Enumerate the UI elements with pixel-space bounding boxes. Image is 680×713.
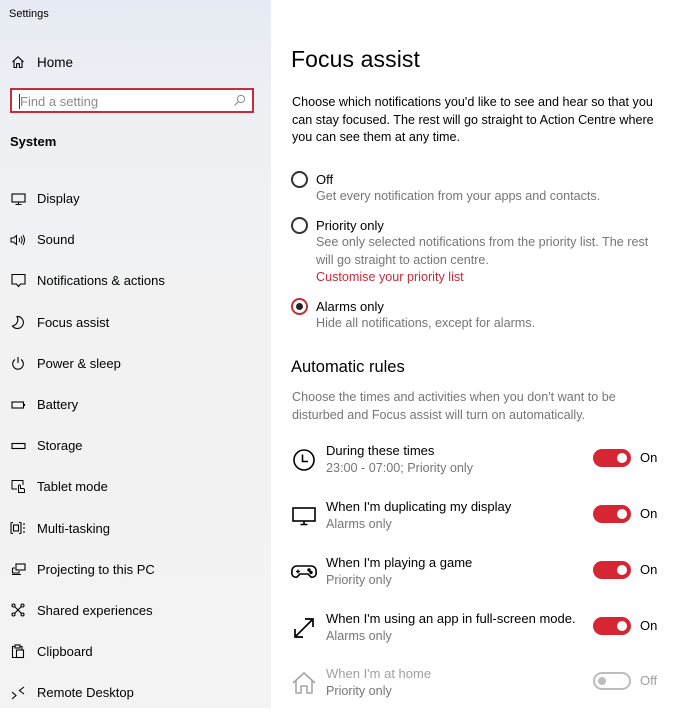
option-label: Priority only	[316, 218, 384, 233]
sidebar-item-label: Multi-tasking	[37, 520, 110, 536]
gamepad-icon	[291, 559, 317, 585]
page-title: Focus assist	[291, 46, 421, 72]
sidebar-item-clipboard[interactable]: Clipboard	[0, 631, 271, 672]
notification-icon	[10, 273, 26, 289]
sidebar-item-home[interactable]: Home	[10, 52, 73, 72]
sidebar-item-display[interactable]: Display	[0, 178, 271, 219]
option-alarms-only[interactable]: Alarms only Hide all notifications, exce…	[291, 298, 666, 333]
rule-duplicating-display[interactable]: When I'm duplicating my display Alarms o…	[291, 499, 671, 539]
toggle-state: On	[640, 618, 658, 633]
sidebar-item-label: Tablet mode	[37, 479, 108, 495]
sidebar: Settings Home System Display Sound Notif…	[0, 0, 271, 708]
sidebar-item-projecting[interactable]: Projecting to this PC	[0, 549, 271, 590]
rule-detail: Alarms only	[326, 517, 392, 531]
sidebar-item-remote-desktop[interactable]: Remote Desktop	[0, 672, 271, 713]
multitasking-icon	[10, 520, 26, 536]
rule-fullscreen-app[interactable]: When I'm using an app in full-screen mod…	[291, 611, 671, 651]
rule-name: When I'm at home	[326, 666, 432, 681]
power-icon	[10, 355, 26, 371]
rule-detail: Priority only	[326, 684, 392, 698]
home-label: Home	[37, 54, 74, 70]
sidebar-item-label: Projecting to this PC	[37, 561, 155, 577]
sidebar-item-label: Power & sleep	[37, 355, 121, 371]
toggle-state: On	[640, 506, 658, 521]
sidebar-item-multitasking[interactable]: Multi-tasking	[0, 508, 271, 549]
sidebar-item-sound[interactable]: Sound	[0, 219, 271, 260]
speaker-icon	[10, 232, 26, 248]
app-title: Settings	[9, 8, 49, 20]
option-description: Hide all notifications, except for alarm…	[316, 316, 536, 330]
clock-icon	[291, 447, 317, 473]
storage-icon	[10, 438, 26, 454]
projecting-icon	[10, 561, 26, 577]
sidebar-item-label: Storage	[37, 438, 83, 454]
rule-name: When I'm playing a game	[326, 555, 473, 570]
sidebar-item-focus-assist[interactable]: Focus assist	[0, 302, 271, 343]
home-icon	[291, 670, 317, 696]
option-off[interactable]: Off Get every notification from your app…	[291, 171, 666, 206]
rule-toggle[interactable]	[593, 449, 631, 467]
rule-name: When I'm duplicating my display	[326, 499, 512, 514]
sidebar-item-tablet-mode[interactable]: Tablet mode	[0, 466, 271, 507]
radio-alarms-only[interactable]	[291, 298, 308, 315]
rule-toggle[interactable]	[593, 617, 631, 635]
intro-text: Choose which notifications you'd like to…	[292, 95, 654, 144]
radio-priority-only[interactable]	[291, 217, 308, 234]
sidebar-item-label: Battery	[37, 397, 79, 413]
sidebar-item-battery[interactable]: Battery	[0, 384, 271, 425]
rule-toggle[interactable]	[593, 561, 631, 579]
sidebar-item-storage[interactable]: Storage	[0, 425, 271, 466]
automatic-rules-title: Automatic rules	[291, 358, 405, 376]
rule-name: During these times	[326, 443, 435, 458]
section-title: System	[10, 134, 57, 149]
sidebar-item-label: Clipboard	[37, 644, 93, 660]
toggle-state: On	[640, 450, 658, 465]
customise-priority-list-link[interactable]: Customise your priority list	[316, 269, 666, 286]
toggle-state: On	[640, 562, 658, 577]
sidebar-item-power-sleep[interactable]: Power & sleep	[0, 343, 271, 384]
fullscreen-arrows-icon	[291, 615, 317, 641]
sidebar-item-notifications[interactable]: Notifications & actions	[0, 260, 271, 301]
moon-icon	[10, 314, 26, 330]
option-label: Off	[316, 172, 334, 187]
rule-toggle[interactable]	[593, 672, 631, 690]
sidebar-item-label: Focus assist	[37, 314, 110, 330]
home-icon	[10, 54, 26, 70]
rule-playing-game[interactable]: When I'm playing a game Priority only On	[291, 555, 671, 595]
option-description: See only selected notifications from the…	[316, 235, 649, 267]
sidebar-item-label: Sound	[37, 232, 75, 248]
sidebar-item-label: Shared experiences	[37, 602, 153, 618]
rule-at-home[interactable]: When I'm at home Priority only Off	[291, 666, 671, 706]
sidebar-item-label: Display	[37, 191, 80, 207]
rule-during-these-times[interactable]: During these times 23:00 - 07:00; Priori…	[291, 443, 671, 483]
tablet-mode-icon	[10, 479, 26, 495]
option-priority-only[interactable]: Priority only See only selected notifica…	[291, 217, 666, 286]
sidebar-item-label: Remote Desktop	[37, 685, 134, 701]
automatic-rules-description: Choose the times and activities when you…	[292, 390, 616, 422]
monitor-icon	[291, 503, 317, 529]
option-description: Get every notification from your apps an…	[316, 189, 601, 203]
radio-off[interactable]	[291, 171, 308, 188]
option-label: Alarms only	[316, 299, 384, 314]
shared-experiences-icon	[10, 602, 26, 618]
toggle-state: Off	[640, 673, 658, 688]
rule-detail: Alarms only	[326, 629, 392, 643]
sidebar-item-label: Notifications & actions	[37, 273, 165, 289]
search-icon[interactable]	[233, 94, 246, 107]
remote-desktop-icon	[10, 685, 26, 701]
rule-detail: 23:00 - 07:00; Priority only	[326, 461, 474, 475]
sidebar-item-shared-experiences[interactable]: Shared experiences	[0, 590, 271, 631]
display-icon	[10, 191, 26, 207]
rule-detail: Priority only	[326, 573, 392, 587]
rule-toggle[interactable]	[593, 505, 631, 523]
battery-icon	[10, 397, 26, 413]
sidebar-nav: Display Sound Notifications & actions Fo…	[0, 178, 271, 713]
search-box[interactable]	[10, 88, 254, 113]
clipboard-icon	[10, 644, 26, 660]
search-input[interactable]	[20, 92, 230, 110]
rule-name: When I'm using an app in full-screen mod…	[326, 611, 576, 626]
